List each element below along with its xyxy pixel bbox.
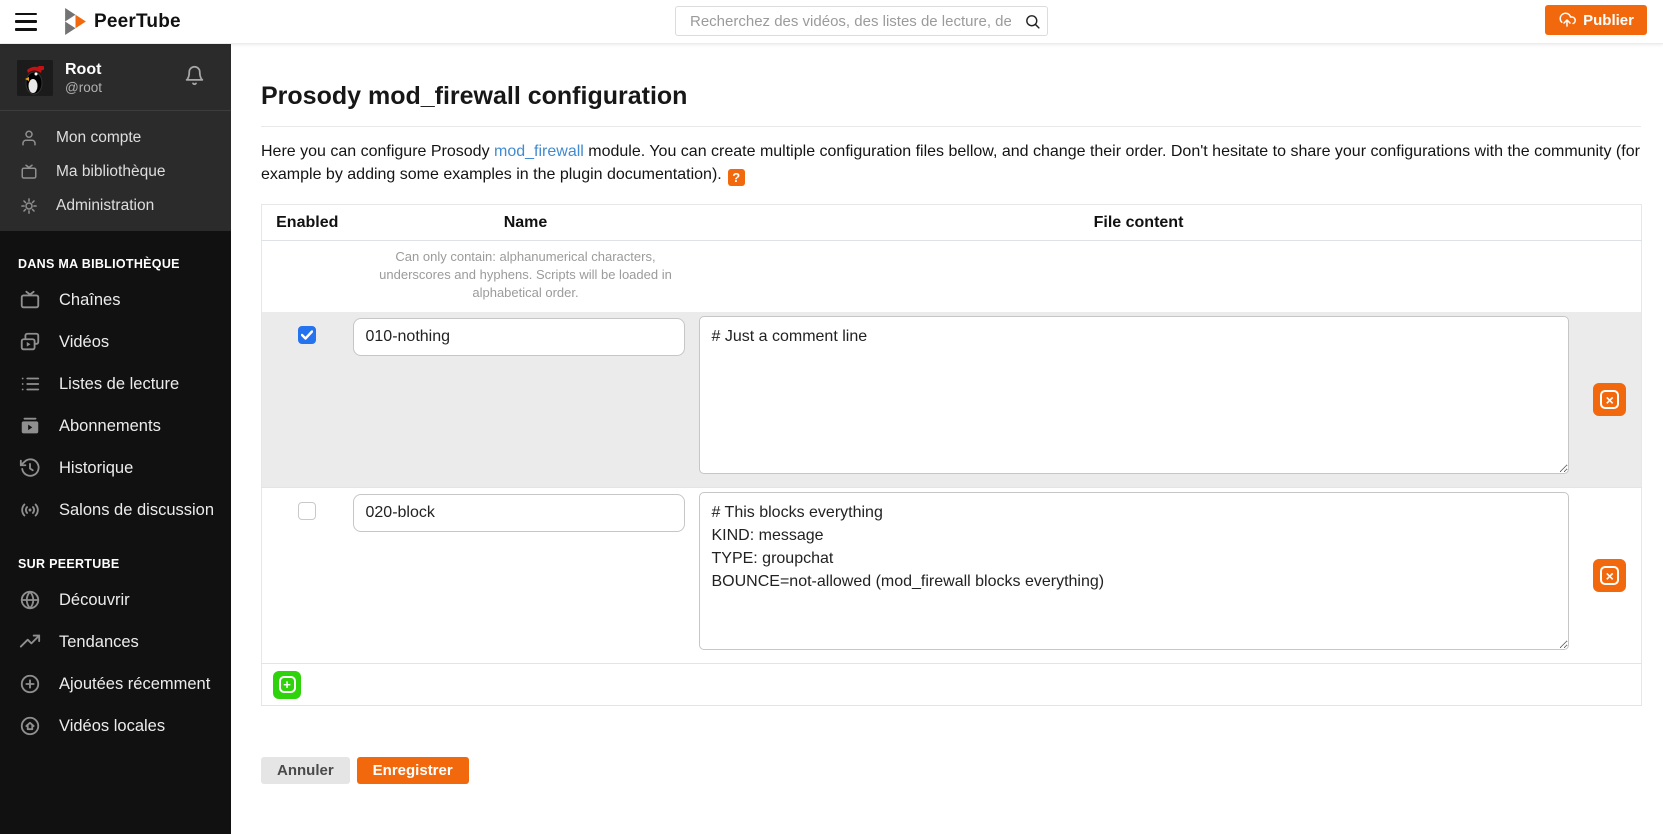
search-box	[675, 6, 1048, 36]
search-icon[interactable]	[1017, 7, 1047, 35]
form-actions: Annuler Enregistrer	[261, 757, 1641, 784]
subscriptions-icon	[19, 415, 45, 437]
sidebar-section-title: DANS MA BIBLIOTHÈQUE	[0, 257, 231, 271]
column-header-file-content: File content	[699, 205, 1579, 241]
enabled-checkbox[interactable]	[298, 502, 316, 520]
history-icon	[19, 457, 45, 479]
notifications-bell-icon[interactable]	[184, 65, 205, 91]
sidebar-section-title: SUR PEERTUBE	[0, 557, 231, 571]
peertube-logo[interactable]: PeerTube	[65, 8, 181, 35]
name-hint-row: Can only contain: alphanumerical charact…	[262, 241, 1642, 313]
home-circle-icon	[19, 715, 45, 737]
sidebar-item-channels[interactable]: Chaînes	[0, 279, 231, 321]
close-icon: ×	[1600, 390, 1619, 409]
globe-icon	[19, 589, 45, 611]
gear-icon	[20, 197, 40, 215]
page-title: Prosody mod_firewall configuration	[261, 82, 1641, 111]
sidebar: Root @root Mon compte	[0, 44, 231, 834]
plus-icon: +	[279, 676, 296, 693]
sidebar-item-history[interactable]: Historique	[0, 447, 231, 489]
top-bar: PeerTube Publier	[0, 0, 1663, 44]
publish-label: Publier	[1583, 12, 1634, 29]
cancel-button[interactable]: Annuler	[261, 757, 350, 784]
script-name-input[interactable]	[353, 318, 685, 356]
sidebar-item-label: Abonnements	[59, 417, 161, 436]
peertube-logo-icon	[65, 8, 86, 35]
tv-icon	[20, 163, 40, 181]
sidebar-item-label: Salons de discussion	[59, 501, 214, 520]
publish-button[interactable]: Publier	[1545, 5, 1647, 35]
add-row: +	[262, 664, 1642, 706]
help-icon[interactable]: ?	[728, 169, 745, 186]
broadcast-icon	[19, 499, 45, 521]
save-button[interactable]: Enregistrer	[357, 757, 469, 784]
sidebar-item-recently-added[interactable]: Ajoutées récemment	[0, 663, 231, 705]
sidebar-item-videos[interactable]: Vidéos	[0, 321, 231, 363]
tv-icon	[19, 289, 45, 311]
sidebar-item-administration[interactable]: Administration	[0, 189, 231, 223]
sidebar-item-chat-rooms[interactable]: Salons de discussion	[0, 489, 231, 531]
playlist-icon	[19, 373, 45, 395]
avatar[interactable]	[17, 60, 53, 96]
delete-row-button[interactable]: ×	[1593, 559, 1626, 592]
file-content-textarea[interactable]: # Just a comment line	[699, 316, 1569, 474]
script-name-input[interactable]	[353, 494, 685, 532]
mod-firewall-link[interactable]: mod_firewall	[494, 143, 584, 160]
brand-name: PeerTube	[94, 11, 181, 33]
sidebar-item-label: Ma bibliothèque	[56, 163, 165, 181]
sidebar-item-label: Découvrir	[59, 591, 130, 610]
search-input[interactable]	[676, 13, 1017, 30]
plus-circle-icon	[19, 673, 45, 695]
table-row: # This blocks everything KIND: message T…	[262, 488, 1642, 664]
user-box: Root @root	[0, 44, 231, 110]
videos-icon	[19, 331, 45, 353]
name-hint-text: Can only contain: alphanumerical charact…	[371, 248, 681, 302]
sidebar-item-label: Tendances	[59, 633, 139, 652]
user-handle: @root	[65, 79, 184, 96]
sidebar-item-label: Mon compte	[56, 129, 141, 147]
main-content: Prosody mod_firewall configuration Here …	[231, 44, 1663, 834]
column-header-name: Name	[353, 205, 699, 241]
upload-cloud-icon	[1558, 11, 1576, 29]
sidebar-item-discover[interactable]: Découvrir	[0, 579, 231, 621]
title-divider	[261, 126, 1641, 127]
delete-row-button[interactable]: ×	[1593, 383, 1626, 416]
sidebar-item-label: Listes de lecture	[59, 375, 179, 394]
column-header-enabled: Enabled	[262, 205, 353, 241]
sidebar-item-label: Administration	[56, 197, 154, 215]
sidebar-item-subscriptions[interactable]: Abonnements	[0, 405, 231, 447]
intro-before-link: Here you can configure Prosody	[261, 143, 494, 160]
user-name: Root	[65, 61, 184, 79]
close-icon: ×	[1600, 566, 1619, 585]
file-content-textarea[interactable]: # This blocks everything KIND: message T…	[699, 492, 1569, 650]
trending-icon	[19, 631, 45, 653]
sidebar-item-label: Chaînes	[59, 291, 120, 310]
table-row: # Just a comment line ×	[262, 312, 1642, 488]
sidebar-item-label: Vidéos locales	[59, 717, 165, 736]
sidebar-item-playlists[interactable]: Listes de lecture	[0, 363, 231, 405]
sidebar-item-label: Historique	[59, 459, 133, 478]
sidebar-item-label: Vidéos	[59, 333, 109, 352]
enabled-checkbox[interactable]	[298, 326, 316, 344]
sidebar-item-my-account[interactable]: Mon compte	[0, 121, 231, 155]
sidebar-item-label: Ajoutées récemment	[59, 675, 210, 694]
add-file-button[interactable]: +	[273, 671, 301, 699]
hamburger-menu-icon[interactable]	[15, 13, 39, 31]
sidebar-item-my-library[interactable]: Ma bibliothèque	[0, 155, 231, 189]
sidebar-item-local-videos[interactable]: Vidéos locales	[0, 705, 231, 747]
intro-text: Here you can configure Prosody mod_firew…	[261, 140, 1641, 186]
user-icon	[20, 129, 40, 147]
config-files-table: Enabled Name File content Can only conta…	[261, 204, 1642, 706]
sidebar-item-trending[interactable]: Tendances	[0, 621, 231, 663]
